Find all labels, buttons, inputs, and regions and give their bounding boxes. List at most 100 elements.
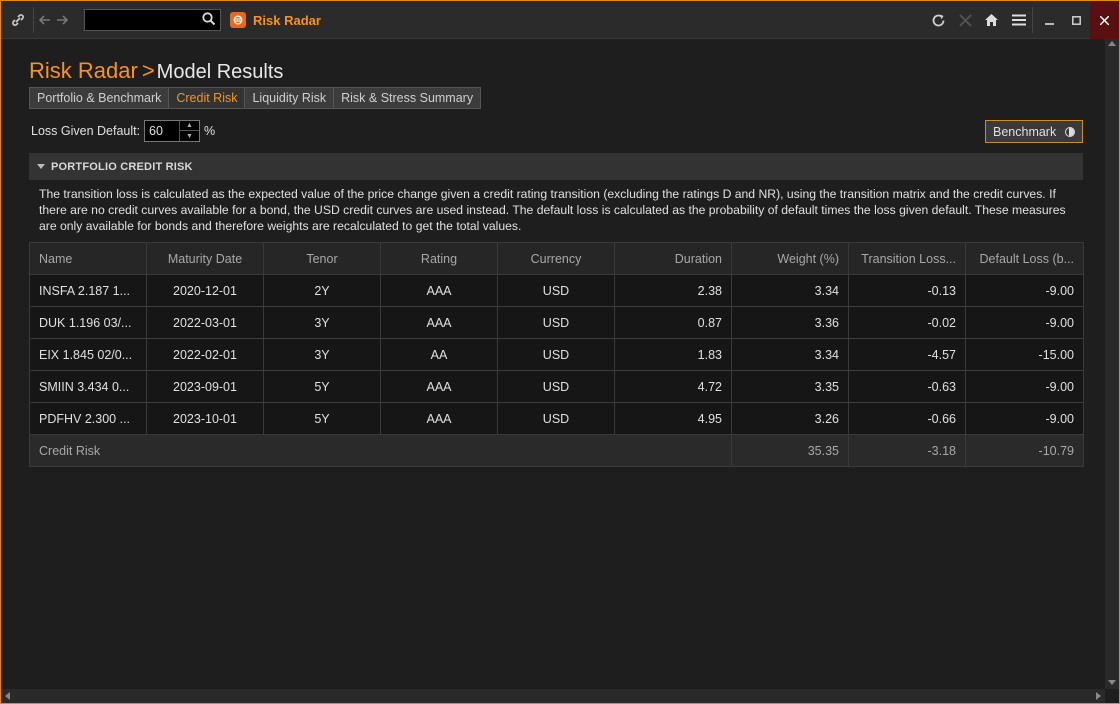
lgd-spinner: ▲ ▼ [179,121,199,141]
cell-currency: USD [497,306,615,339]
lgd-value[interactable]: 60 [149,124,163,138]
cell-name: DUK 1.196 03/... [29,306,147,339]
app-title: Risk Radar [253,13,321,28]
vertical-scrollbar[interactable] [1105,39,1119,689]
page-title: Model Results [156,61,284,83]
cell-rating: AAA [380,306,498,339]
col-header-rating[interactable]: Rating [380,242,498,275]
spin-down-icon[interactable]: ▼ [180,131,199,141]
lgd-unit: % [204,124,216,138]
back-arrow-icon[interactable] [37,9,53,31]
cell-rating: AA [380,338,498,371]
benchmark-label: Benchmark [993,124,1057,139]
cell-default-loss: -9.00 [965,274,1084,307]
horizontal-scrollbar[interactable] [1,689,1105,703]
table-row[interactable]: INSFA 2.187 1... 2020-12-01 2Y AAA USD 2… [29,274,1084,307]
cell-default-loss: -9.00 [965,370,1084,403]
hamburger-menu-icon[interactable] [1009,9,1029,31]
table-total-row: Credit Risk 35.35 -3.18 -10.79 [29,434,1084,467]
col-header-currency[interactable]: Currency [497,242,615,275]
col-header-tenor[interactable]: Tenor [263,242,381,275]
contrast-toggle-icon [1065,127,1075,137]
title-bar: Risk Radar [1,1,1119,39]
search-input[interactable] [84,9,221,31]
table-row[interactable]: DUK 1.196 03/... 2022-03-01 3Y AAA USD 0… [29,306,1084,339]
col-header-name[interactable]: Name [29,242,147,275]
home-icon[interactable] [981,9,1001,31]
credit-risk-table: Name Maturity Date Tenor Rating Currency… [29,242,1084,467]
cell-weight: 3.35 [731,370,849,403]
scroll-left-icon[interactable] [5,692,10,700]
col-header-duration[interactable]: Duration [614,242,732,275]
cell-weight: 3.36 [731,306,849,339]
cell-weight: 3.34 [731,338,849,371]
col-header-default-loss[interactable]: Default Loss (b... [965,242,1084,275]
cell-default-loss: -9.00 [965,402,1084,435]
tab-bar: Portfolio & Benchmark Credit Risk Liquid… [29,87,482,109]
table-row[interactable]: EIX 1.845 02/0... 2022-02-01 3Y AA USD 1… [29,338,1084,371]
cell-tenor: 2Y [263,274,381,307]
link-icon[interactable] [7,9,29,31]
cell-maturity: 2023-09-01 [146,370,264,403]
cell-maturity: 2022-03-01 [146,306,264,339]
cell-name: SMIIN 3.434 0... [29,370,147,403]
col-header-transition-loss[interactable]: Transition Loss... [848,242,966,275]
cell-currency: USD [497,370,615,403]
breadcrumb-app[interactable]: Risk Radar [29,58,138,83]
cell-currency: USD [497,338,615,371]
cell-transition-loss: -0.63 [848,370,966,403]
table-row[interactable]: SMIIN 3.434 0... 2023-09-01 5Y AAA USD 4… [29,370,1084,403]
minimize-icon[interactable] [1036,1,1063,39]
search-icon[interactable] [202,12,216,26]
cell-currency: USD [497,274,615,307]
refresh-icon[interactable] [928,9,948,31]
close-icon[interactable] [955,9,975,31]
cell-maturity: 2022-02-01 [146,338,264,371]
tab-credit-risk[interactable]: Credit Risk [168,87,246,109]
cell-duration: 2.38 [614,274,732,307]
spin-up-icon[interactable]: ▲ [180,121,199,131]
main-content: Risk Radar > Model Results Portfolio & Ben… [1,40,1105,690]
tab-portfolio-benchmark[interactable]: Portfolio & Benchmark [29,87,170,109]
scroll-down-icon[interactable] [1108,680,1116,685]
cell-name: INSFA 2.187 1... [29,274,147,307]
table-row[interactable]: PDFHV 2.300 ... 2023-10-01 5Y AAA USD 4.… [29,402,1084,435]
risk-radar-logo-icon [230,12,246,28]
total-weight: 35.35 [731,434,849,467]
benchmark-button[interactable]: Benchmark [985,120,1083,143]
cell-maturity: 2023-10-01 [146,402,264,435]
cell-rating: AAA [380,370,498,403]
maximize-icon[interactable] [1063,1,1090,39]
scroll-right-icon[interactable] [1096,692,1101,700]
cell-name: PDFHV 2.300 ... [29,402,147,435]
caret-down-icon[interactable] [37,164,45,169]
breadcrumb: Risk Radar > Model Results [29,58,283,84]
cell-default-loss: -15.00 [965,338,1084,371]
section-header[interactable]: PORTFOLIO CREDIT RISK [29,153,1083,180]
cell-duration: 1.83 [614,338,732,371]
cell-tenor: 5Y [263,402,381,435]
window-close-icon[interactable] [1090,1,1119,39]
tab-risk-stress-summary[interactable]: Risk & Stress Summary [333,87,482,109]
scroll-up-icon[interactable] [1108,41,1116,46]
cell-currency: USD [497,402,615,435]
col-header-weight[interactable]: Weight (%) [731,242,849,275]
cell-maturity: 2020-12-01 [146,274,264,307]
cell-rating: AAA [380,274,498,307]
tab-liquidity-risk[interactable]: Liquidity Risk [244,87,335,109]
cell-tenor: 5Y [263,370,381,403]
col-header-maturity[interactable]: Maturity Date [146,242,264,275]
app-window: Risk Radar Risk Radar>Model Results Po [0,0,1120,704]
cell-transition-loss: -0.66 [848,402,966,435]
cell-duration: 4.72 [614,370,732,403]
section-title: PORTFOLIO CREDIT RISK [51,160,193,173]
forward-arrow-icon[interactable] [54,9,70,31]
lgd-stepper[interactable]: 60 ▲ ▼ [144,120,200,142]
divider [33,7,34,33]
cell-tenor: 3Y [263,338,381,371]
total-label: Credit Risk [29,434,732,467]
total-default-loss: -10.79 [965,434,1084,467]
lgd-label: Loss Given Default: [31,124,141,138]
cell-duration: 0.87 [614,306,732,339]
cell-name: EIX 1.845 02/0... [29,338,147,371]
